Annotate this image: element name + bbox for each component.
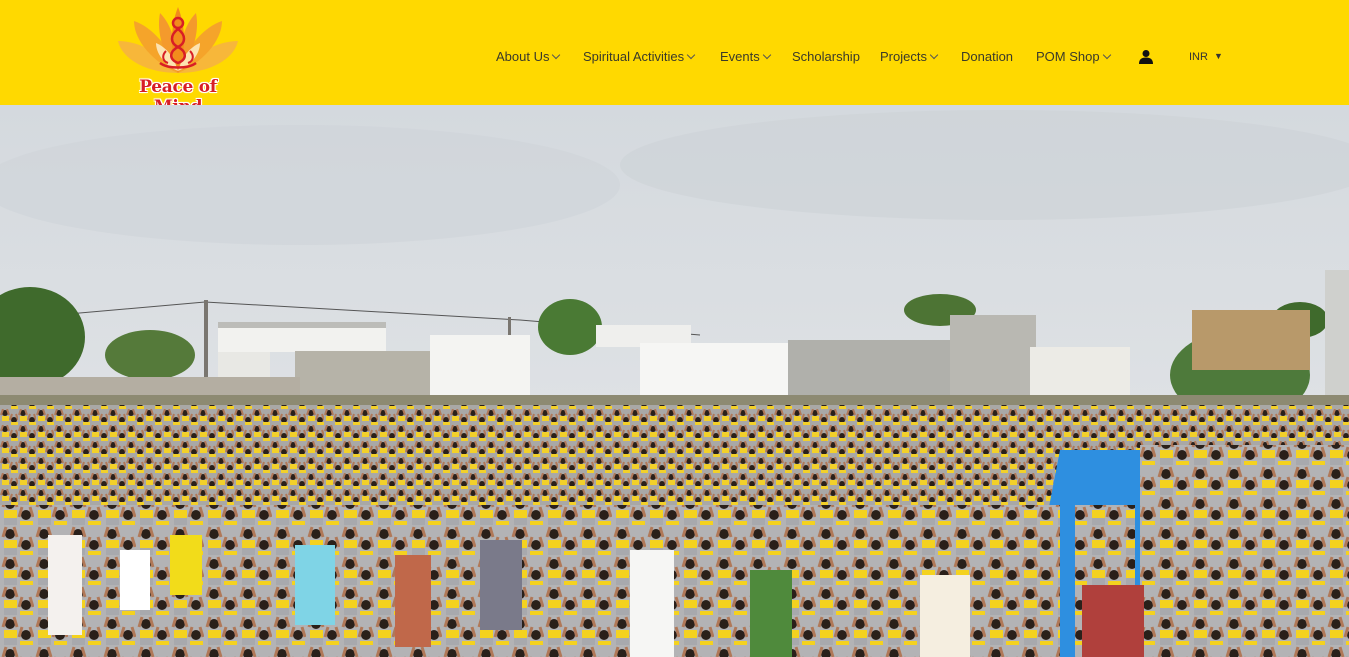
nav-projects[interactable]: Projects	[880, 49, 939, 64]
chevron-down-icon	[686, 50, 696, 60]
nav-about-us[interactable]: About Us	[496, 49, 561, 64]
nav-pom-shop[interactable]: POM Shop	[1036, 49, 1111, 64]
currency-selector[interactable]: INR ▼	[1189, 51, 1223, 63]
nav-events-label: Events	[720, 49, 760, 64]
nav-spiritual-activities-label: Spiritual Activities	[583, 49, 685, 64]
caret-down-icon: ▼	[1213, 51, 1223, 61]
chevron-down-icon	[1102, 50, 1111, 60]
site-header: Peace of Mind About Us Spiritual Activit…	[0, 0, 1349, 117]
nav-about-us-label: About Us	[496, 49, 550, 64]
nav-scholarship[interactable]: Scholarship	[792, 49, 860, 64]
nav-spiritual-activities[interactable]: Spiritual Activities	[583, 49, 696, 64]
nav-pom-shop-label: POM Shop	[1036, 49, 1100, 64]
currency-value: INR	[1189, 51, 1208, 63]
nav-donation[interactable]: Donation	[961, 49, 1013, 64]
hero-image	[0, 105, 1349, 657]
chevron-down-icon	[552, 50, 561, 60]
chevron-down-icon	[929, 50, 939, 60]
nav-scholarship-label: Scholarship	[792, 49, 860, 64]
yoga-session-photo	[0, 105, 1349, 657]
nav-donation-label: Donation	[961, 49, 1014, 64]
nav-events[interactable]: Events	[720, 49, 771, 64]
chevron-down-icon	[762, 50, 771, 60]
peace-of-mind-logo[interactable]: Peace of Mind	[116, 7, 240, 117]
user-icon[interactable]	[1138, 49, 1154, 65]
nav-projects-label: Projects	[880, 49, 927, 64]
